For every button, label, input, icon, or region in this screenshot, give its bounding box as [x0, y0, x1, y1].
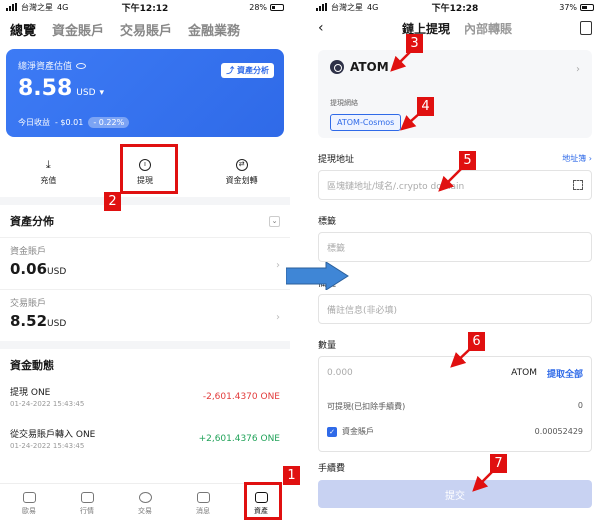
- annotation-arrow: [438, 167, 463, 192]
- step-badge: 3: [406, 34, 423, 53]
- step-badge: 2: [104, 192, 121, 211]
- step-badge: 4: [417, 97, 434, 116]
- step-badge: 5: [459, 151, 476, 170]
- annotation-arrow: [450, 348, 471, 368]
- annotation-arrow: [472, 471, 493, 492]
- step-badge: 1: [283, 466, 300, 485]
- step-badge: 6: [468, 332, 485, 351]
- annotation-arrow: [390, 49, 413, 72]
- step-badge: 7: [490, 454, 507, 473]
- annotation-arrows: [390, 49, 493, 492]
